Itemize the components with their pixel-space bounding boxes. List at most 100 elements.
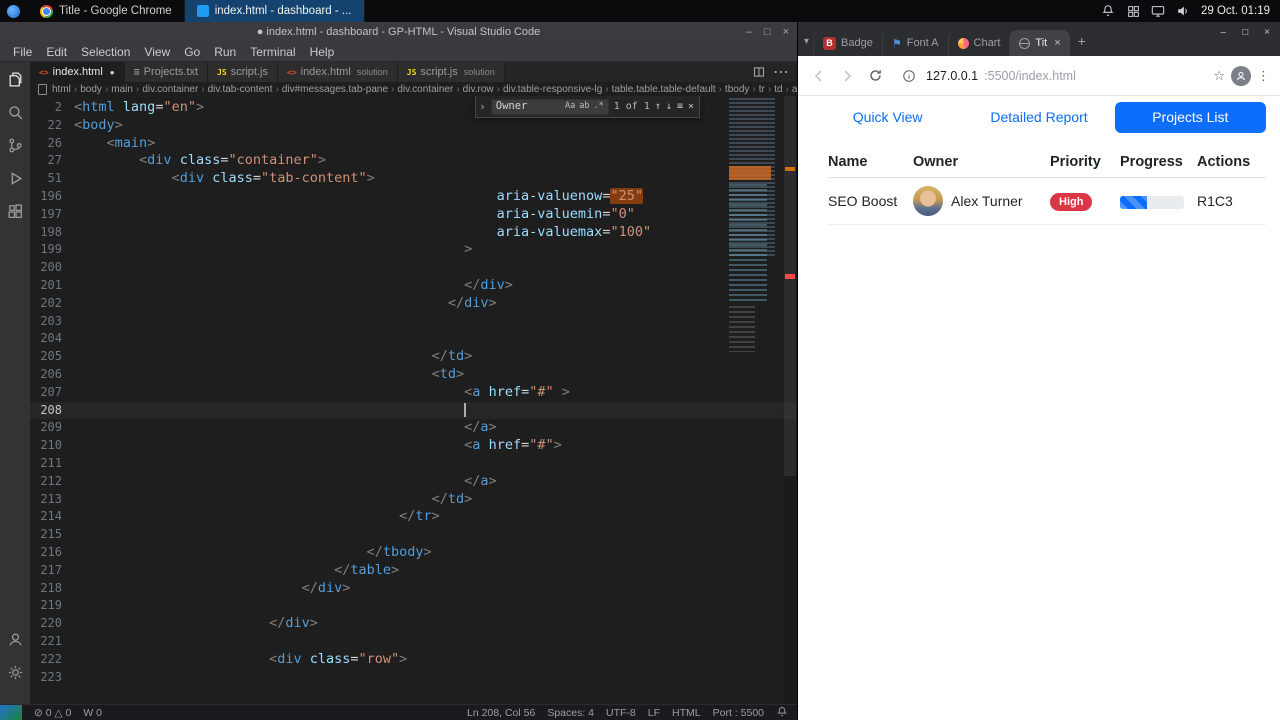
display-icon[interactable] [1151,4,1166,19]
settings-gear-icon[interactable] [6,663,24,681]
code-line[interactable]: 221 [30,633,797,651]
match-case-button[interactable]: Aa [565,98,575,116]
chrome-maximize-button[interactable]: □ [1242,27,1248,38]
encoding-setting[interactable]: UTF-8 [606,707,636,719]
explorer-icon[interactable] [6,70,24,88]
browser-tab[interactable]: ⚑ Font A [881,30,948,56]
breadcrumb-item[interactable]: div.table-responsive-lg [503,84,602,95]
nav-pill-quick-view[interactable]: Quick View [812,102,963,133]
code-line[interactable]: 197 aria-valuemin="0" [30,206,797,224]
find-close-button[interactable]: × [688,98,694,116]
language-mode[interactable]: HTML [672,707,701,719]
breadcrumb-item[interactable]: a [792,84,797,95]
code-line[interactable]: 202 </div> [30,295,797,313]
workspaces-grid-icon[interactable] [1126,4,1141,19]
code-line[interactable]: 212 </a> [30,473,797,491]
modified-dot-icon[interactable]: ● [110,68,115,77]
menu-item-selection[interactable]: Selection [74,45,137,59]
editor-tab[interactable]: <> index.html solution [277,62,398,82]
remote-indicator[interactable] [0,705,22,720]
scrollbar-thumb[interactable] [784,96,796,476]
reload-icon[interactable] [864,65,886,87]
breadcrumb-item[interactable]: tr [759,84,765,95]
code-editor[interactable]: 2 <html lang="en"> 22 <body> 26 <main> 27 <di… [30,96,797,704]
browser-menu-icon[interactable]: ⋮ [1257,68,1270,84]
site-info-icon[interactable] [898,65,920,87]
code-line[interactable]: 206 <td> [30,366,797,384]
vscode-minimize-button[interactable]: – [746,26,752,38]
breadcrumb-item[interactable]: main [111,84,133,95]
editor-tab[interactable]: JS script.js [208,62,278,82]
code-line[interactable]: 51 <div class="tab-content"> [30,170,797,188]
breadcrumb-item[interactable]: td [774,84,782,95]
breadcrumb-item[interactable]: div.container [397,84,453,95]
code-line[interactable]: 26 <main> [30,135,797,153]
menu-item-go[interactable]: Go [177,45,207,59]
live-server-port[interactable]: Port : 5500 [713,707,764,719]
vscode-titlebar[interactable]: ● index.html - dashboard - GP-HTML - Vis… [0,22,797,42]
taskbar-window-chrome[interactable]: Title - Google Chrome [28,0,185,22]
find-prev-button[interactable]: ↑ [655,98,661,116]
w-indicator[interactable]: W 0 [83,707,102,719]
applications-menu-icon[interactable] [7,4,20,18]
profile-avatar-icon[interactable] [1231,65,1251,86]
code-line[interactable]: 219 [30,597,797,615]
indentation-setting[interactable]: Spaces: 4 [547,707,594,719]
code-line[interactable]: 210 <a href="#"> [30,437,797,455]
code-line[interactable]: 196 aria-valuenow="25" [30,187,797,206]
tab-close-icon[interactable]: × [1054,37,1060,49]
nav-pill-projects-list[interactable]: Projects List [1114,102,1266,133]
run-debug-icon[interactable] [6,169,24,187]
code-line[interactable]: 201 </div> [30,277,797,295]
breadcrumb-item[interactable]: div#messages.tab-pane [282,84,388,95]
more-actions-icon[interactable]: ⋯ [773,62,789,82]
code-line[interactable]: 218 </div> [30,580,797,598]
problems-indicator[interactable]: ⊘ 0 △ 0 [34,707,71,719]
menu-item-terminal[interactable]: Terminal [243,45,302,59]
code-line[interactable]: 216 </tbody> [30,544,797,562]
chrome-minimize-button[interactable]: – [1221,27,1227,38]
breadcrumb-item[interactable]: div.row [463,84,494,95]
code-line[interactable]: 213 </td> [30,491,797,509]
breadcrumb-item[interactable]: div.tab-content [208,84,273,95]
nav-pill-detailed-report[interactable]: Detailed Report [963,102,1114,133]
volume-icon[interactable] [1176,4,1191,19]
source-control-icon[interactable] [6,136,24,154]
code-line[interactable]: 215 [30,526,797,544]
menu-item-view[interactable]: View [137,45,177,59]
editor-scrollbar[interactable] [783,96,797,704]
find-in-selection-button[interactable]: ≡ [677,98,683,116]
taskbar-window-vscode[interactable]: index.html - dashboard - ... [184,0,365,22]
menu-item-help[interactable]: Help [303,45,342,59]
breadcrumb-item[interactable]: table.table.table-default [612,84,716,95]
breadcrumb-item[interactable]: html [52,84,71,95]
vscode-maximize-button[interactable]: □ [764,26,771,38]
code-line[interactable]: 22 <body> [30,117,797,135]
code-line[interactable]: 203 [30,313,797,331]
forward-icon[interactable] [836,65,858,87]
bookmark-star-icon[interactable]: ☆ [1213,68,1225,84]
cursor-position[interactable]: Ln 208, Col 56 [467,707,535,719]
code-line[interactable]: 27 <div class="container"> [30,152,797,170]
chrome-close-button[interactable]: × [1264,27,1270,38]
tab-search-caret-icon[interactable]: ▾ [804,36,809,47]
whole-word-button[interactable]: ab [579,98,589,116]
breadcrumb-item[interactable]: div.container [142,84,198,95]
code-line[interactable]: 199 > [30,241,797,259]
menu-item-file[interactable]: File [6,45,39,59]
find-input[interactable]: Owner Aa ab .* [490,98,609,116]
vscode-close-button[interactable]: × [783,26,789,38]
regex-button[interactable]: .* [594,98,604,116]
code-line[interactable]: 207 <a href="#" > [30,384,797,402]
find-toggle-chevron-icon[interactable]: › [479,98,486,116]
browser-tab[interactable]: Chart [947,30,1010,56]
actions-cell[interactable]: R1C3 [1197,177,1266,225]
back-icon[interactable] [808,65,830,87]
code-line[interactable]: 205 </td> [30,348,797,366]
editor-tab[interactable]: JS script.js solution [397,62,505,82]
new-tab-button[interactable]: + [1078,33,1086,49]
editor-tab[interactable]: <> index.html ● [30,62,125,82]
code-line[interactable]: 204 [30,330,797,348]
breadcrumb-item[interactable]: body [80,84,102,95]
code-line[interactable]: 208 [30,401,797,420]
